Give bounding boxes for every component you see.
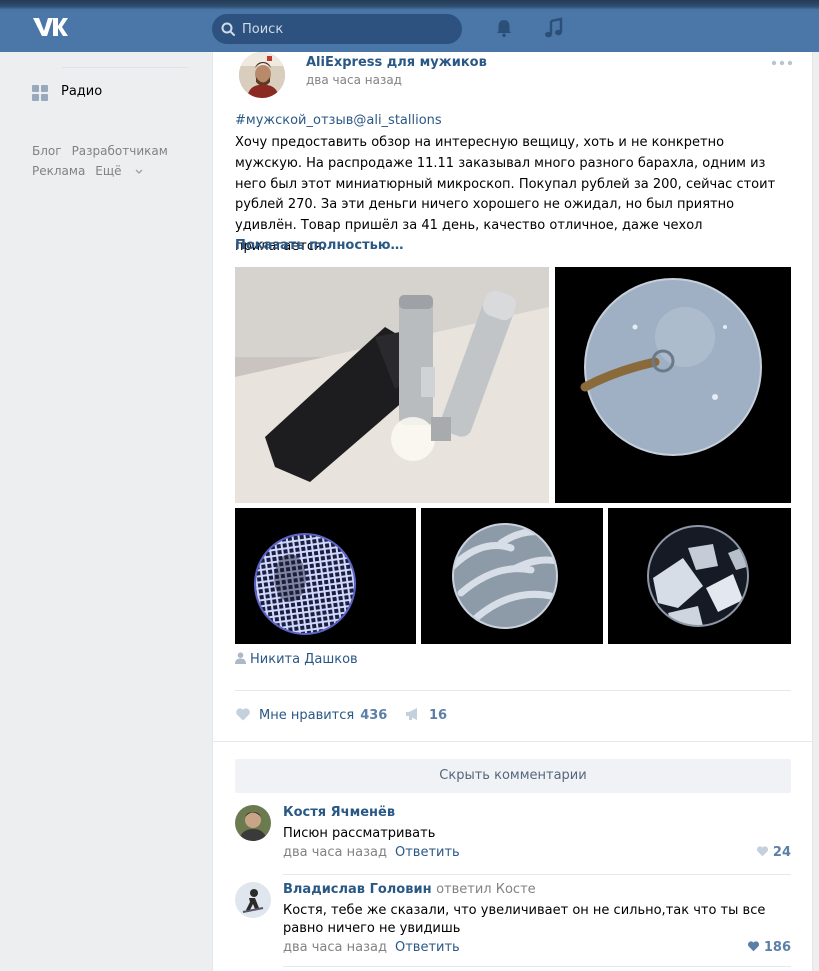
comment: Владислав Головин ответил Косте Костя, т… — [235, 882, 791, 962]
avatar-image — [235, 805, 271, 841]
footer-link-more[interactable]: Ещё — [95, 164, 143, 178]
post-signature[interactable]: Никита Дашков — [235, 652, 358, 667]
avatar-image — [235, 882, 271, 918]
post-author[interactable]: AliExpress для мужиков — [306, 55, 487, 70]
comment-like-count: 24 — [772, 845, 791, 860]
avatar-image — [239, 52, 285, 98]
post-photo[interactable] — [235, 508, 416, 644]
like-label: Мне нравится — [259, 708, 355, 723]
hide-comments-button[interactable]: Скрыть комментарии — [235, 759, 791, 793]
post-photo[interactable] — [235, 267, 549, 503]
search-box[interactable] — [212, 14, 462, 44]
share-button[interactable]: 16 — [405, 707, 447, 723]
comment-time[interactable]: два часа назад — [283, 940, 387, 955]
mesh-microscope-photo — [235, 508, 416, 644]
crystals-microscope-photo — [608, 508, 791, 644]
commenter-avatar[interactable] — [235, 805, 271, 841]
user-icon — [235, 652, 246, 664]
post-divider — [235, 690, 791, 691]
post-photo[interactable] — [421, 508, 603, 644]
top-bar — [0, 0, 819, 52]
comment-text: Костя, тебе же сказали, что увеличивает … — [283, 903, 766, 936]
comment-meta: два часа назад Ответить — [283, 940, 460, 955]
sidebar-footer-links: Блог Разработчикам Реклама Ещё — [32, 141, 202, 181]
bell-icon[interactable] — [494, 18, 514, 38]
vk-logo-icon[interactable] — [31, 16, 69, 40]
comment-divider — [283, 966, 791, 967]
chevron-down-icon — [135, 169, 143, 174]
fabric-microscope-photo — [421, 508, 603, 644]
community-avatar[interactable] — [239, 52, 285, 98]
like-button[interactable]: Мне нравится 436 — [235, 707, 387, 723]
post-hashtag[interactable]: #мужской_отзыв@ali_stallions — [235, 113, 442, 128]
post-photo[interactable] — [608, 508, 791, 644]
footer-link-developers[interactable]: Разработчикам — [72, 144, 168, 158]
comment-time[interactable]: два часа назад — [283, 845, 387, 860]
post-time[interactable]: два часа назад — [306, 73, 402, 87]
post-photo[interactable] — [555, 267, 791, 503]
comment-like-button[interactable]: 186 — [747, 940, 791, 955]
reply-button[interactable]: Ответить — [395, 845, 460, 860]
heart-icon — [236, 708, 250, 721]
commenter-avatar[interactable] — [235, 882, 271, 918]
footer-link-blog[interactable]: Блог — [32, 144, 62, 158]
music-icon[interactable] — [543, 17, 565, 39]
show-more-link[interactable]: Показать полностью… — [235, 238, 403, 253]
sidebar-divider — [62, 67, 188, 68]
megaphone-icon — [406, 708, 417, 720]
sidebar-item-radio[interactable]: Радио — [32, 82, 202, 104]
search-input[interactable] — [242, 14, 452, 44]
heart-icon — [756, 846, 768, 857]
comment-author[interactable]: Владислав Головин ответил Косте — [283, 882, 536, 897]
post-card: AliExpress для мужиков два часа назад #м… — [212, 52, 813, 971]
replied-to[interactable]: ответил Косте — [436, 882, 536, 897]
sidebar-item-label: Радио — [61, 84, 103, 99]
reply-button[interactable]: Ответить — [395, 940, 460, 955]
more-options-icon[interactable] — [771, 60, 793, 66]
comments-divider — [213, 741, 812, 742]
comment-meta: два часа назад Ответить — [283, 845, 460, 860]
search-icon — [221, 22, 235, 36]
like-count: 436 — [360, 708, 388, 723]
comment-text: Писюн рассматривать — [283, 826, 436, 841]
microscope-photo — [235, 267, 549, 503]
signature-name: Никита Дашков — [250, 652, 358, 667]
comment-like-count: 186 — [763, 940, 791, 955]
footer-link-ads[interactable]: Реклама — [32, 164, 85, 178]
share-count: 16 — [429, 708, 448, 723]
comment-author[interactable]: Костя Ячменёв — [283, 805, 395, 820]
comment: Костя Ячменёв Писюн рассматривать два ча… — [235, 805, 791, 867]
apps-grid-icon — [32, 85, 48, 101]
heart-icon — [747, 941, 759, 952]
comment-like-button[interactable]: 24 — [756, 845, 791, 860]
hair-microscope-photo — [555, 267, 791, 503]
comment-divider — [283, 874, 791, 875]
